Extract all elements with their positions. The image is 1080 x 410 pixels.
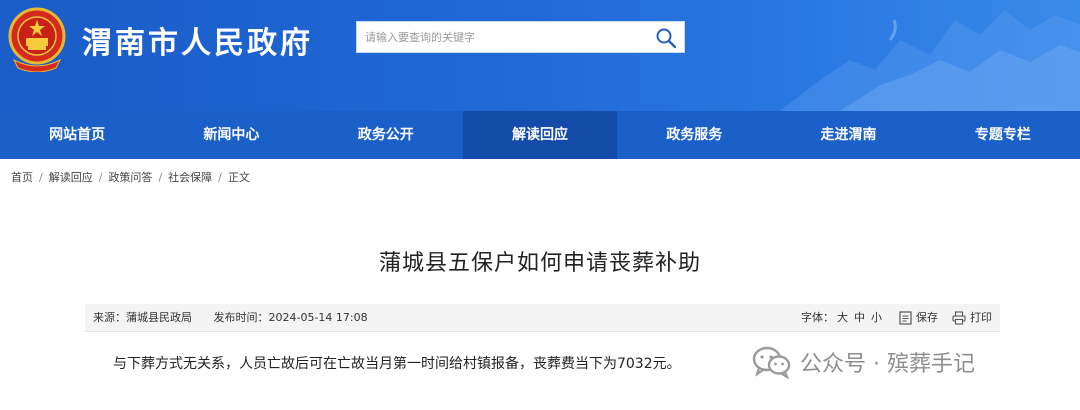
font-size-small[interactable]: 小 bbox=[871, 304, 882, 332]
nav-item-about-weinan[interactable]: 走进渭南 bbox=[771, 111, 925, 159]
site-header: 渭南市人民政府 bbox=[0, 0, 1080, 111]
nav-item-news[interactable]: 新闻中心 bbox=[154, 111, 308, 159]
breadcrumb-current: 正文 bbox=[227, 171, 250, 184]
font-size-medium[interactable]: 中 bbox=[854, 304, 865, 332]
breadcrumb: 首页 / 解读回应 / 政策问答 / 社会保障 / 正文 bbox=[0, 159, 1080, 195]
search-icon[interactable] bbox=[654, 26, 678, 50]
nav-item-home[interactable]: 网站首页 bbox=[0, 111, 154, 159]
breadcrumb-separator: / bbox=[39, 170, 43, 184]
breadcrumb-separator: / bbox=[218, 170, 222, 184]
print-button[interactable]: 打印 bbox=[952, 304, 992, 332]
font-size-large[interactable]: 大 bbox=[837, 304, 848, 332]
breadcrumb-social-security[interactable]: 社会保障 bbox=[168, 169, 212, 185]
font-size-label: 字体： bbox=[801, 311, 834, 324]
nav-item-interpretation[interactable]: 解读回应 bbox=[462, 111, 618, 159]
save-icon bbox=[899, 311, 912, 325]
watermark-text: 公众号 · 殡葬手记 bbox=[800, 352, 975, 377]
breadcrumb-policy-qa[interactable]: 政策问答 bbox=[108, 169, 152, 185]
mountain-decoration bbox=[780, 10, 1080, 111]
nav-item-special-topics[interactable]: 专题专栏 bbox=[926, 111, 1080, 159]
nav-item-gov-services[interactable]: 政务服务 bbox=[617, 111, 771, 159]
article-title: 蒲城县五保户如何申请丧葬补助 bbox=[378, 251, 701, 276]
article-body: 与下葬方式无关系，人员亡故后可在亡故当月第一时间给村镇报备，丧葬费当下为7032… bbox=[113, 356, 681, 372]
watermark: 公众号 · 殡葬手记 bbox=[752, 345, 975, 379]
print-label: 打印 bbox=[970, 311, 992, 324]
print-icon bbox=[952, 311, 966, 325]
breadcrumb-home[interactable]: 首页 bbox=[11, 169, 33, 185]
breadcrumb-separator: / bbox=[98, 170, 103, 184]
nav-item-gov-affairs-public[interactable]: 政务公开 bbox=[309, 111, 463, 159]
wechat-icon bbox=[752, 346, 791, 379]
national-emblem-icon bbox=[8, 7, 66, 72]
breadcrumb-interpretation[interactable]: 解读回应 bbox=[49, 169, 93, 185]
site-title[interactable]: 渭南市人民政府 bbox=[82, 18, 313, 62]
search-box bbox=[356, 21, 685, 53]
article-source: 来源：蒲城县民政局 bbox=[93, 311, 192, 324]
save-button[interactable]: 保存 bbox=[899, 304, 938, 332]
article-tools: 字体： 大 中 小 保存 打印 bbox=[801, 304, 992, 332]
breadcrumb-separator: / bbox=[158, 170, 163, 184]
article-date: 发布时间：2024-05-14 17:08 bbox=[213, 311, 368, 324]
main-nav: 网站首页 新闻中心 政务公开 解读回应 政务服务 走进渭南 专题专栏 bbox=[0, 111, 1080, 159]
save-label: 保存 bbox=[916, 311, 938, 324]
article-meta-bar: 来源：蒲城县民政局 发布时间：2024-05-14 17:08 字体： 大 中 … bbox=[85, 304, 1000, 332]
article-meta-info: 来源：蒲城县民政局 发布时间：2024-05-14 17:08 bbox=[93, 304, 368, 332]
search-input[interactable] bbox=[357, 22, 647, 52]
